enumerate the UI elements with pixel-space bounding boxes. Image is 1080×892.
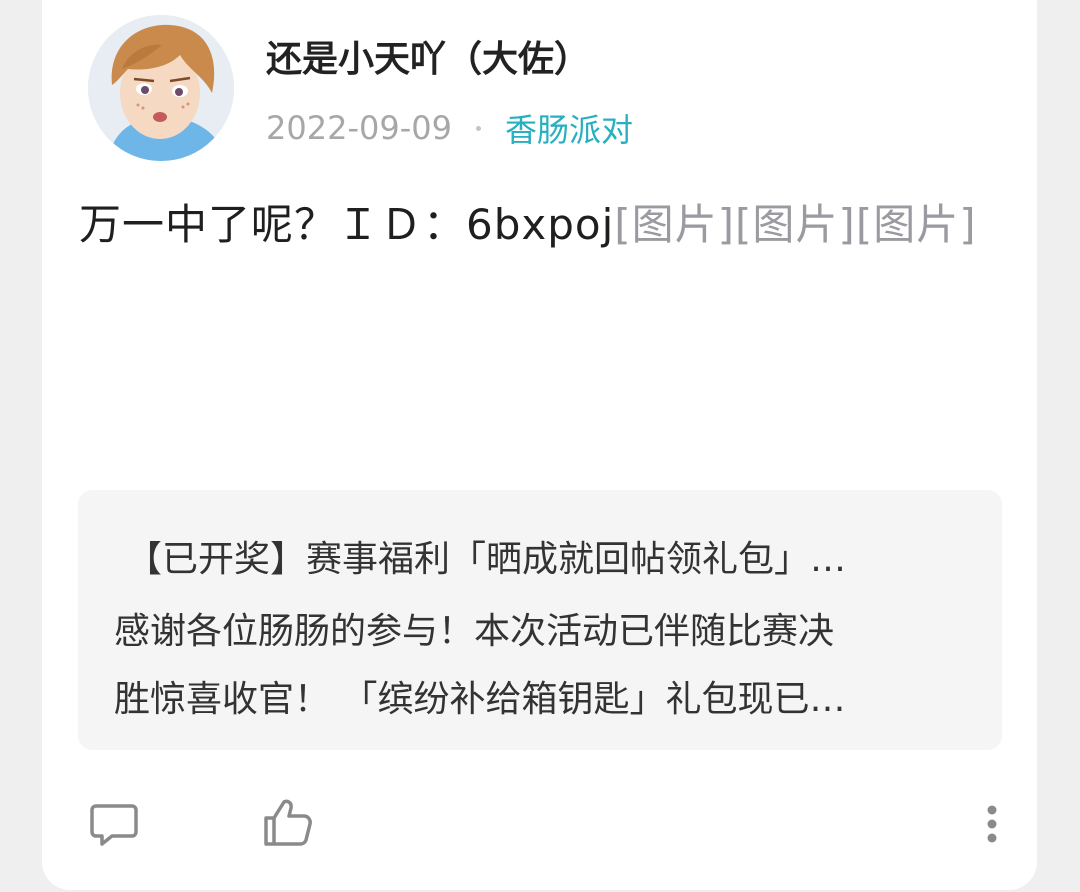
more-vertical-icon <box>987 805 997 843</box>
meta-separator-dot <box>475 125 481 131</box>
comment-icon <box>90 804 138 846</box>
image-tag[interactable]: [图片] <box>735 200 856 249</box>
post-body[interactable]: 万一中了呢？ＩＤ：6bxpoj[图片][图片][图片] <box>79 192 989 258</box>
author-name[interactable]: 还是小天吖（大佐） <box>266 36 590 84</box>
more-options-button[interactable] <box>964 796 1020 852</box>
quoted-post-card[interactable]: 【已开奖】赛事福利「晒成就回帖领礼包」… 感谢各位肠肠的参与！本次活动已伴随比赛… <box>78 490 1002 750</box>
post-date: 2022-09-09 <box>266 109 452 147</box>
avatar[interactable] <box>88 15 234 161</box>
quoted-post-excerpt-line: 胜惊喜收官！ 「缤纷补给箱钥匙」礼包现已… <box>114 679 846 720</box>
channel-link[interactable]: 香肠派对 <box>505 105 633 151</box>
quoted-post-excerpt-line: 感谢各位肠肠的参与！本次活动已伴随比赛决 <box>114 611 835 652</box>
image-tag[interactable]: [图片] <box>856 200 977 249</box>
quoted-post-title: 【已开奖】赛事福利「晒成就回帖领礼包」… <box>126 539 847 580</box>
comment-button[interactable] <box>86 796 142 852</box>
thumbs-up-icon <box>264 799 312 846</box>
post-meta: 2022-09-09 香肠派对 <box>266 104 633 152</box>
image-tag[interactable]: [图片] <box>614 200 735 249</box>
like-button[interactable] <box>260 794 316 850</box>
post-text: 万一中了呢？ＩＤ：6bxpoj <box>79 200 615 249</box>
avatar-image <box>88 15 234 161</box>
